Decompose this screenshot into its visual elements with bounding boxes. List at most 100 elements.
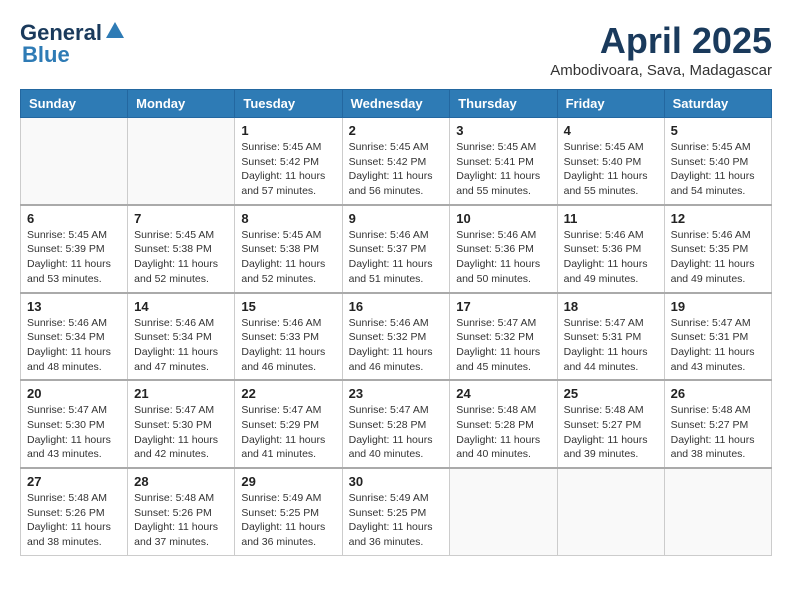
- calendar-cell: 28 Sunrise: 5:48 AMSunset: 5:26 PMDayligh…: [128, 468, 235, 555]
- day-info: Sunrise: 5:48 AMSunset: 5:28 PMDaylight:…: [456, 403, 550, 462]
- calendar-cell: 25 Sunrise: 5:48 AMSunset: 5:27 PMDayligh…: [557, 380, 664, 468]
- day-info: Sunrise: 5:46 AMSunset: 5:36 PMDaylight:…: [456, 228, 550, 287]
- day-number: 27: [27, 474, 121, 489]
- day-number: 14: [134, 299, 228, 314]
- location-title: Ambodivoara, Sava, Madagascar: [550, 62, 772, 79]
- day-number: 21: [134, 386, 228, 401]
- day-number: 3: [456, 123, 550, 138]
- day-info: Sunrise: 5:48 AMSunset: 5:27 PMDaylight:…: [671, 403, 765, 462]
- day-number: 15: [241, 299, 335, 314]
- day-number: 2: [349, 123, 444, 138]
- day-info: Sunrise: 5:46 AMSunset: 5:35 PMDaylight:…: [671, 228, 765, 287]
- day-info: Sunrise: 5:45 AMSunset: 5:38 PMDaylight:…: [241, 228, 335, 287]
- logo-blue-text: Blue: [22, 42, 70, 68]
- day-info: Sunrise: 5:45 AMSunset: 5:39 PMDaylight:…: [27, 228, 121, 287]
- calendar-cell: [128, 118, 235, 205]
- day-number: 13: [27, 299, 121, 314]
- day-info: Sunrise: 5:47 AMSunset: 5:32 PMDaylight:…: [456, 316, 550, 375]
- calendar-cell: 29 Sunrise: 5:49 AMSunset: 5:25 PMDayligh…: [235, 468, 342, 555]
- logo-icon: [104, 20, 126, 42]
- calendar-cell: [664, 468, 771, 555]
- calendar-cell: 24Sunrise: 5:48 AMSunset: 5:28 PMDayligh…: [450, 380, 557, 468]
- day-info: Sunrise: 5:47 AMSunset: 5:31 PMDaylight:…: [671, 316, 765, 375]
- day-number: 8: [241, 211, 335, 226]
- day-number: 18: [564, 299, 658, 314]
- calendar-cell: 16 Sunrise: 5:46 AMSunset: 5:32 PMDayligh…: [342, 293, 450, 381]
- day-info: Sunrise: 5:46 AMSunset: 5:34 PMDaylight:…: [134, 316, 228, 375]
- col-header-sunday: Sunday: [21, 90, 128, 118]
- calendar-cell: 1 Sunrise: 5:45 AMSunset: 5:42 PMDaylight…: [235, 118, 342, 205]
- day-number: 16: [349, 299, 444, 314]
- calendar-cell: 7 Sunrise: 5:45 AMSunset: 5:38 PMDaylight…: [128, 205, 235, 293]
- day-info: Sunrise: 5:49 AMSunset: 5:25 PMDaylight:…: [241, 491, 335, 550]
- calendar-cell: 13 Sunrise: 5:46 AMSunset: 5:34 PMDayligh…: [21, 293, 128, 381]
- col-header-saturday: Saturday: [664, 90, 771, 118]
- calendar-cell: 5 Sunrise: 5:45 AMSunset: 5:40 PMDaylight…: [664, 118, 771, 205]
- header-row: SundayMondayTuesdayWednesdayThursdayFrid…: [21, 90, 772, 118]
- calendar-row-4: 27 Sunrise: 5:48 AMSunset: 5:26 PMDayligh…: [21, 468, 772, 555]
- day-info: Sunrise: 5:46 AMSunset: 5:32 PMDaylight:…: [349, 316, 444, 375]
- calendar-cell: 23Sunrise: 5:47 AMSunset: 5:28 PMDayligh…: [342, 380, 450, 468]
- day-info: Sunrise: 5:46 AMSunset: 5:34 PMDaylight:…: [27, 316, 121, 375]
- calendar: SundayMondayTuesdayWednesdayThursdayFrid…: [20, 89, 772, 556]
- day-info: Sunrise: 5:45 AMSunset: 5:42 PMDaylight:…: [241, 140, 335, 199]
- day-info: Sunrise: 5:45 AMSunset: 5:38 PMDaylight:…: [134, 228, 228, 287]
- day-number: 26: [671, 386, 765, 401]
- calendar-cell: 22Sunrise: 5:47 AMSunset: 5:29 PMDayligh…: [235, 380, 342, 468]
- calendar-cell: 21 Sunrise: 5:47 AMSunset: 5:30 PMDayligh…: [128, 380, 235, 468]
- calendar-cell: 12 Sunrise: 5:46 AMSunset: 5:35 PMDayligh…: [664, 205, 771, 293]
- calendar-cell: 4Sunrise: 5:45 AMSunset: 5:40 PMDaylight…: [557, 118, 664, 205]
- calendar-cell: [450, 468, 557, 555]
- calendar-body: 1 Sunrise: 5:45 AMSunset: 5:42 PMDaylight…: [21, 118, 772, 556]
- calendar-cell: 15Sunrise: 5:46 AMSunset: 5:33 PMDayligh…: [235, 293, 342, 381]
- calendar-cell: 6 Sunrise: 5:45 AMSunset: 5:39 PMDaylight…: [21, 205, 128, 293]
- day-number: 17: [456, 299, 550, 314]
- day-info: Sunrise: 5:49 AMSunset: 5:25 PMDaylight:…: [349, 491, 444, 550]
- day-number: 19: [671, 299, 765, 314]
- day-number: 4: [564, 123, 658, 138]
- day-number: 7: [134, 211, 228, 226]
- calendar-cell: 2Sunrise: 5:45 AMSunset: 5:42 PMDaylight…: [342, 118, 450, 205]
- day-number: 5: [671, 123, 765, 138]
- day-number: 9: [349, 211, 444, 226]
- calendar-cell: 17 Sunrise: 5:47 AMSunset: 5:32 PMDayligh…: [450, 293, 557, 381]
- month-title: April 2025: [550, 20, 772, 62]
- day-info: Sunrise: 5:47 AMSunset: 5:28 PMDaylight:…: [349, 403, 444, 462]
- day-number: 29: [241, 474, 335, 489]
- day-number: 25: [564, 386, 658, 401]
- day-info: Sunrise: 5:48 AMSunset: 5:26 PMDaylight:…: [27, 491, 121, 550]
- day-info: Sunrise: 5:45 AMSunset: 5:41 PMDaylight:…: [456, 140, 550, 199]
- day-info: Sunrise: 5:47 AMSunset: 5:30 PMDaylight:…: [134, 403, 228, 462]
- col-header-monday: Monday: [128, 90, 235, 118]
- col-header-thursday: Thursday: [450, 90, 557, 118]
- calendar-cell: 11Sunrise: 5:46 AMSunset: 5:36 PMDayligh…: [557, 205, 664, 293]
- calendar-cell: 20Sunrise: 5:47 AMSunset: 5:30 PMDayligh…: [21, 380, 128, 468]
- calendar-cell: 18 Sunrise: 5:47 AMSunset: 5:31 PMDayligh…: [557, 293, 664, 381]
- day-info: Sunrise: 5:47 AMSunset: 5:31 PMDaylight:…: [564, 316, 658, 375]
- calendar-row-2: 13 Sunrise: 5:46 AMSunset: 5:34 PMDayligh…: [21, 293, 772, 381]
- day-info: Sunrise: 5:45 AMSunset: 5:40 PMDaylight:…: [671, 140, 765, 199]
- day-info: Sunrise: 5:47 AMSunset: 5:29 PMDaylight:…: [241, 403, 335, 462]
- calendar-cell: 3 Sunrise: 5:45 AMSunset: 5:41 PMDaylight…: [450, 118, 557, 205]
- day-info: Sunrise: 5:48 AMSunset: 5:27 PMDaylight:…: [564, 403, 658, 462]
- calendar-cell: 14 Sunrise: 5:46 AMSunset: 5:34 PMDayligh…: [128, 293, 235, 381]
- day-info: Sunrise: 5:48 AMSunset: 5:26 PMDaylight:…: [134, 491, 228, 550]
- day-info: Sunrise: 5:47 AMSunset: 5:30 PMDaylight:…: [27, 403, 121, 462]
- calendar-cell: 10 Sunrise: 5:46 AMSunset: 5:36 PMDayligh…: [450, 205, 557, 293]
- calendar-cell: 27 Sunrise: 5:48 AMSunset: 5:26 PMDayligh…: [21, 468, 128, 555]
- day-number: 10: [456, 211, 550, 226]
- day-number: 1: [241, 123, 335, 138]
- col-header-tuesday: Tuesday: [235, 90, 342, 118]
- col-header-friday: Friday: [557, 90, 664, 118]
- calendar-cell: 19 Sunrise: 5:47 AMSunset: 5:31 PMDayligh…: [664, 293, 771, 381]
- day-number: 28: [134, 474, 228, 489]
- day-info: Sunrise: 5:46 AMSunset: 5:36 PMDaylight:…: [564, 228, 658, 287]
- day-number: 12: [671, 211, 765, 226]
- header: General Blue April 2025 Ambodivoara, Sav…: [20, 20, 772, 79]
- calendar-cell: 9 Sunrise: 5:46 AMSunset: 5:37 PMDaylight…: [342, 205, 450, 293]
- calendar-cell: [557, 468, 664, 555]
- day-number: 6: [27, 211, 121, 226]
- day-info: Sunrise: 5:46 AMSunset: 5:37 PMDaylight:…: [349, 228, 444, 287]
- day-number: 30: [349, 474, 444, 489]
- col-header-wednesday: Wednesday: [342, 90, 450, 118]
